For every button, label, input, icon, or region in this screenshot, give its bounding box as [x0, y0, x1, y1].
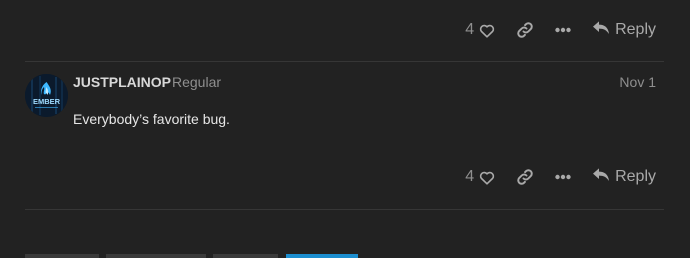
- link-icon[interactable]: [516, 168, 534, 186]
- primary-footer-button[interactable]: [286, 254, 358, 258]
- footer-button[interactable]: [25, 254, 99, 258]
- heart-icon[interactable]: [479, 170, 495, 185]
- like-count: 4: [465, 168, 475, 185]
- reply-button[interactable]: Reply: [593, 167, 656, 187]
- reply-label: Reply: [615, 168, 656, 185]
- post-divider: [25, 61, 664, 62]
- footer-button[interactable]: [106, 254, 206, 258]
- like-count: 4: [465, 21, 475, 38]
- ellipsis-icon[interactable]: [555, 27, 571, 33]
- reply-arrow-icon: [593, 20, 615, 40]
- reply-label: Reply: [615, 21, 656, 38]
- post-body: Everybody’s favorite bug.: [73, 111, 230, 127]
- avatar[interactable]: EMBER: [25, 74, 68, 117]
- link-icon[interactable]: [516, 21, 534, 39]
- username[interactable]: JUSTPLAINOP: [73, 74, 171, 90]
- reply-button[interactable]: Reply: [593, 20, 656, 40]
- post-actions: 4 Reply: [465, 15, 656, 45]
- user-title: Regular: [172, 74, 222, 90]
- avatar-text: EMBER: [33, 97, 61, 106]
- post-divider: [25, 209, 664, 210]
- footer-button[interactable]: [213, 254, 278, 258]
- reply-arrow-icon: [593, 167, 615, 187]
- heart-icon[interactable]: [479, 23, 495, 38]
- post-date[interactable]: Nov 1: [619, 74, 656, 90]
- post-actions: 4 Reply: [465, 162, 656, 192]
- ellipsis-icon[interactable]: [555, 174, 571, 180]
